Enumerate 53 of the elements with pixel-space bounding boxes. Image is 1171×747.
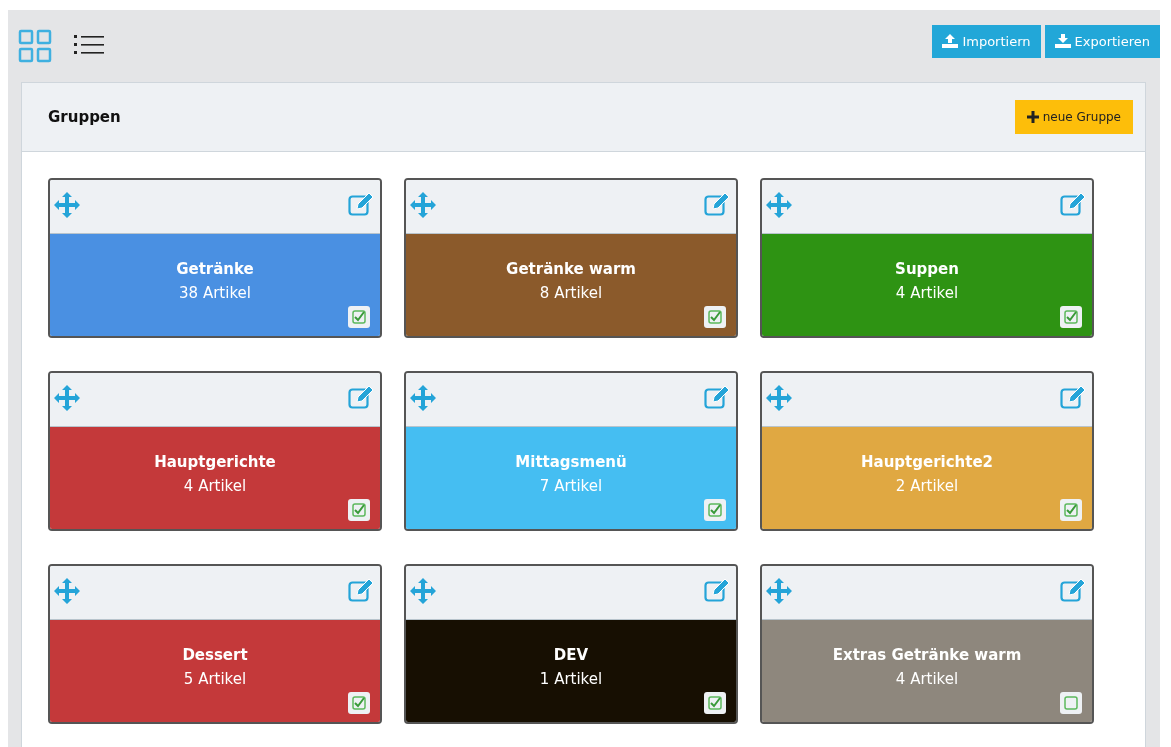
item-count: 4 Artikel — [183, 477, 247, 495]
group-card[interactable]: Extras Getränke warm 4 Artikel — [760, 564, 1094, 724]
item-count: 7 Artikel — [539, 477, 603, 495]
move-icon[interactable] — [54, 578, 80, 604]
group-name: Hauptgerichte — [154, 453, 276, 471]
item-count: 5 Artikel — [183, 670, 247, 688]
group-name: DEV — [553, 646, 589, 664]
group-card[interactable]: Dessert 5 Artikel — [48, 564, 382, 724]
group-name: Getränke warm — [506, 260, 636, 278]
group-card[interactable]: Getränke 38 Artikel — [48, 178, 382, 338]
plus-icon — [1026, 111, 1039, 123]
edit-icon[interactable] — [704, 192, 730, 216]
edit-icon[interactable] — [1060, 192, 1086, 216]
edit-icon[interactable] — [348, 578, 374, 602]
move-icon[interactable] — [410, 192, 436, 218]
item-count: 4 Artikel — [895, 284, 959, 302]
item-count: 4 Artikel — [895, 670, 959, 688]
move-icon[interactable] — [410, 578, 436, 604]
download-icon — [1054, 34, 1071, 48]
group-name: Getränke — [176, 260, 254, 278]
group-name: Extras Getränke warm — [832, 646, 1022, 664]
group-card[interactable]: DEV 1 Artikel — [404, 564, 738, 724]
group-card[interactable]: Hauptgerichte2 2 Artikel — [760, 371, 1094, 531]
grid-view-button[interactable] — [18, 29, 52, 63]
group-card[interactable]: Mittagsmenü 7 Artikel — [404, 371, 738, 531]
edit-icon[interactable] — [704, 385, 730, 409]
export-button[interactable]: Exportieren — [1044, 24, 1160, 58]
move-icon[interactable] — [766, 385, 792, 411]
edit-icon[interactable] — [1060, 578, 1086, 602]
item-count: 2 Artikel — [895, 477, 959, 495]
item-count: 8 Artikel — [539, 284, 603, 302]
move-icon[interactable] — [410, 385, 436, 411]
item-count: 1 Artikel — [539, 670, 603, 688]
group-card[interactable]: Getränke warm 8 Artikel — [404, 178, 738, 338]
move-icon[interactable] — [766, 578, 792, 604]
group-card[interactable]: Hauptgerichte 4 Artikel — [48, 371, 382, 531]
move-icon[interactable] — [766, 192, 792, 218]
import-button[interactable]: Importiern — [932, 24, 1041, 58]
group-name: Suppen — [895, 260, 959, 278]
move-icon[interactable] — [54, 192, 80, 218]
upload-icon — [942, 34, 959, 48]
edit-icon[interactable] — [704, 578, 730, 602]
panel-title: Gruppen — [48, 108, 121, 126]
new-group-button[interactable]: neue Gruppe — [1014, 100, 1133, 134]
item-count: 38 Artikel — [179, 284, 251, 302]
group-card[interactable]: Suppen 4 Artikel — [760, 178, 1094, 338]
group-name: Hauptgerichte2 — [860, 453, 994, 471]
edit-icon[interactable] — [348, 385, 374, 409]
edit-icon[interactable] — [348, 192, 374, 216]
edit-icon[interactable] — [1060, 385, 1086, 409]
move-icon[interactable] — [54, 385, 80, 411]
group-name: Dessert — [182, 646, 248, 664]
group-name: Mittagsmenü — [515, 453, 627, 471]
